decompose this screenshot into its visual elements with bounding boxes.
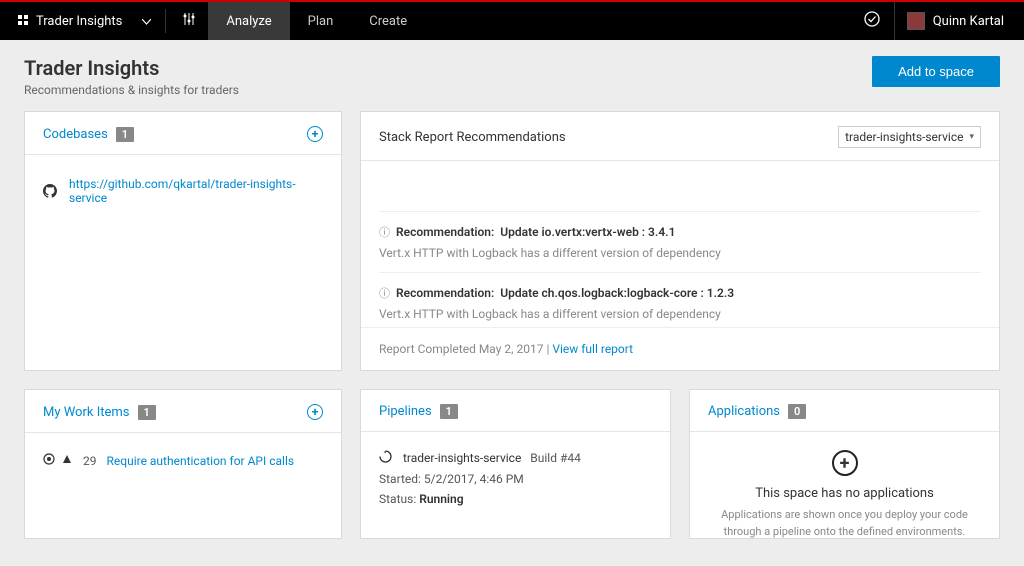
applications-title[interactable]: Applications [708,404,780,419]
stack-report-footer: Report Completed May 2, 2017 | View full… [361,327,999,370]
applications-count-badge: 0 [788,404,806,419]
pipeline-status-label: Status: [379,492,419,506]
stack-service-select[interactable]: trader-insights-service [838,126,981,148]
brand-title: Trader Insights [36,14,122,29]
pipeline-service-name: trader-insights-service [403,451,521,465]
page-title: Trader Insights [24,56,239,80]
recommendation-row: ⓘ Recommendation: Update io.vertx:vertx-… [379,211,981,272]
stack-report-title: Stack Report Recommendations [379,130,566,145]
pipeline-build: Build #44 [530,451,581,465]
repo-link[interactable]: https://github.com/qkartal/trader-insigh… [69,177,323,205]
pipelines-card: Pipelines 1 trader-insights-service Buil… [360,389,671,539]
settings-sliders-icon[interactable] [170,12,208,30]
nav-divider [165,9,166,33]
add-work-item-icon[interactable]: + [307,404,323,420]
codebases-title[interactable]: Codebases [43,127,108,142]
main-navbar: Trader Insights Analyze Plan Create Quin… [0,2,1024,40]
pipelines-title[interactable]: Pipelines [379,404,432,419]
work-items-title[interactable]: My Work Items [43,405,130,420]
codebases-count-badge: 1 [116,127,134,142]
work-item-link[interactable]: Require authentication for API calls [107,454,295,468]
apps-empty-desc: Applications are shown once you deploy y… [714,507,975,540]
avatar [907,12,925,30]
apps-empty-title: This space has no applications [714,486,975,501]
recommendation-list: ⓘ Recommendation: Update io.vertx:vertx-… [379,211,981,327]
user-menu[interactable]: Quinn Kartal [894,2,1016,40]
apps-grid-icon [18,15,30,27]
pipeline-started: Started: 5/2/2017, 4:46 PM [379,469,652,489]
nav-tab-plan[interactable]: Plan [290,2,352,40]
github-icon [43,184,57,198]
page-header: Trader Insights Recommendations & insigh… [0,40,1024,111]
codebases-card: Codebases 1 + https://github.com/qkartal… [24,111,342,371]
user-name: Quinn Kartal [933,14,1004,29]
pipelines-count-badge: 1 [440,404,458,419]
nav-tab-analyze[interactable]: Analyze [208,2,289,40]
work-item-row: 29 Require authentication for API calls [43,449,323,472]
info-icon: ⓘ [379,285,390,301]
work-items-card: My Work Items 1 + 29 Require authenticat… [24,389,342,539]
work-item-state-icon [61,453,73,468]
status-check-icon[interactable] [850,11,894,31]
view-full-report-link[interactable]: View full report [552,342,633,356]
repo-row: https://github.com/qkartal/trader-insigh… [43,171,323,211]
add-codebase-icon[interactable]: + [307,126,323,142]
recommendation-row: ⓘ Recommendation: Update ch.qos.logback:… [379,272,981,327]
work-item-number: 29 [83,454,97,468]
work-item-type-icon [43,453,55,468]
spinner-icon [379,449,392,469]
page-subtitle: Recommendations & insights for traders [24,83,239,97]
add-application-icon[interactable]: + [832,450,858,476]
work-items-count-badge: 1 [138,405,156,420]
stack-report-card: Stack Report Recommendations trader-insi… [360,111,1000,371]
info-icon: ⓘ [379,224,390,240]
add-to-space-button[interactable]: Add to space [872,56,1000,87]
applications-card: Applications 0 + This space has no appli… [689,389,1000,539]
nav-tab-create[interactable]: Create [351,2,425,40]
pipeline-status-value: Running [419,492,463,506]
brand-dropdown-caret-icon[interactable] [132,14,161,29]
brand-area[interactable]: Trader Insights [8,14,132,29]
